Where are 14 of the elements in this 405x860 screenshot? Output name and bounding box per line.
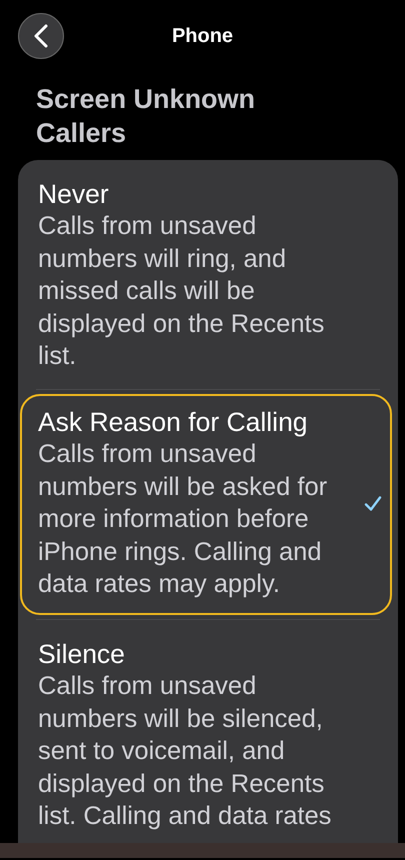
option-title: Ask Reason for Calling <box>38 406 309 438</box>
option-row[interactable]: Never Calls from unsaved numbers will ring, and missed calls will be displayed on the Recents list. <box>18 160 392 389</box>
option-description: Calls from unsaved numbers will be asked for more information before iPhone rings. Calling and data rates may apply. <box>38 438 328 600</box>
chevron-left-icon <box>34 24 48 48</box>
option-description: Calls from unsaved numbers will be silenced, sent to voicemail, and displayed on the Recents list. Calling and data rates <box>38 670 332 832</box>
option-title: Silence <box>38 638 126 670</box>
nav-title: Phone <box>172 24 234 46</box>
checkmark-icon <box>364 494 382 512</box>
section-title: Screen Unknown Callers <box>35 83 256 150</box>
option-title: Never <box>38 178 110 210</box>
option-row[interactable]: Silence Calls from unsaved numbers will be silenced, sent to voicemail, and displayed on the Recents list. Calling and data rates <box>18 620 392 843</box>
back-button[interactable] <box>18 13 64 59</box>
option-row[interactable]: Ask Reason for Calling Calls from unsaved numbers will be asked for more information before iPhone rings. Calling and data rates may apply. <box>20 394 392 615</box>
option-description: Calls from unsaved numbers will ring, and missed calls will be displayed on the Recents list. <box>38 211 326 372</box>
